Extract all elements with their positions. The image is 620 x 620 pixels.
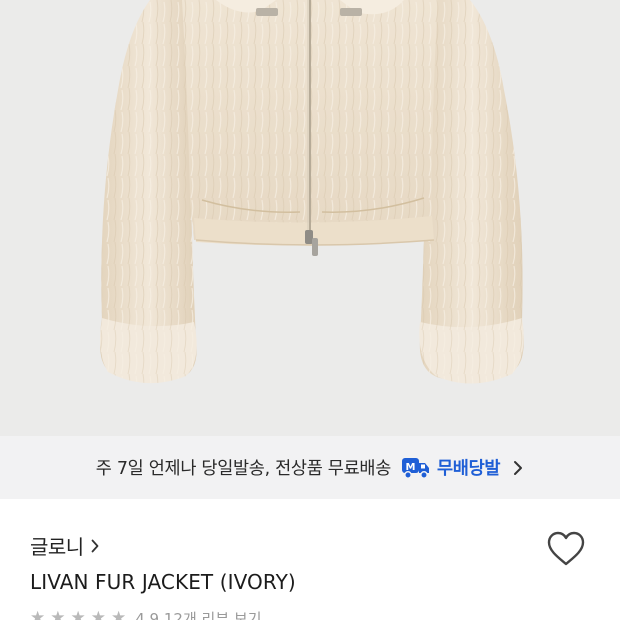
- fur-jacket-image: [100, 0, 524, 384]
- shipping-banner[interactable]: 주 7일 언제나 당일발송, 전상품 무료배송 M 무배당발: [0, 436, 620, 499]
- star-icon: ★: [50, 608, 66, 620]
- free-delivery-badge[interactable]: M 무배당발: [401, 455, 524, 481]
- product-title: LIVAN FUR JACKET (IVORY): [30, 570, 296, 594]
- brand-name: 글로니: [30, 535, 84, 559]
- truck-icon: M: [402, 457, 429, 479]
- product-detail-page: 주 7일 언제나 당일발송, 전상품 무료배송 M 무배당발 글로니 LIVAN…: [0, 0, 620, 620]
- star-icon: ★: [30, 608, 46, 620]
- product-image[interactable]: [0, 0, 620, 436]
- star-icon: ★: [111, 608, 127, 620]
- review-count-link[interactable]: 4.9 12개 리뷰 보기: [135, 608, 261, 620]
- chevron-right-icon: [514, 460, 523, 475]
- rating-row[interactable]: ★ ★ ★ ★ ★ 4.9 12개 리뷰 보기: [30, 608, 262, 620]
- brand-link[interactable]: 글로니: [30, 531, 100, 560]
- wishlist-heart-icon[interactable]: [545, 529, 587, 569]
- shipping-banner-text: 주 7일 언제나 당일발송, 전상품 무료배송: [95, 459, 392, 479]
- star-icon: ★: [90, 608, 106, 620]
- star-icon: ★: [70, 608, 86, 620]
- chevron-right-icon: [91, 539, 99, 552]
- free-delivery-label: 무배당발: [437, 459, 501, 479]
